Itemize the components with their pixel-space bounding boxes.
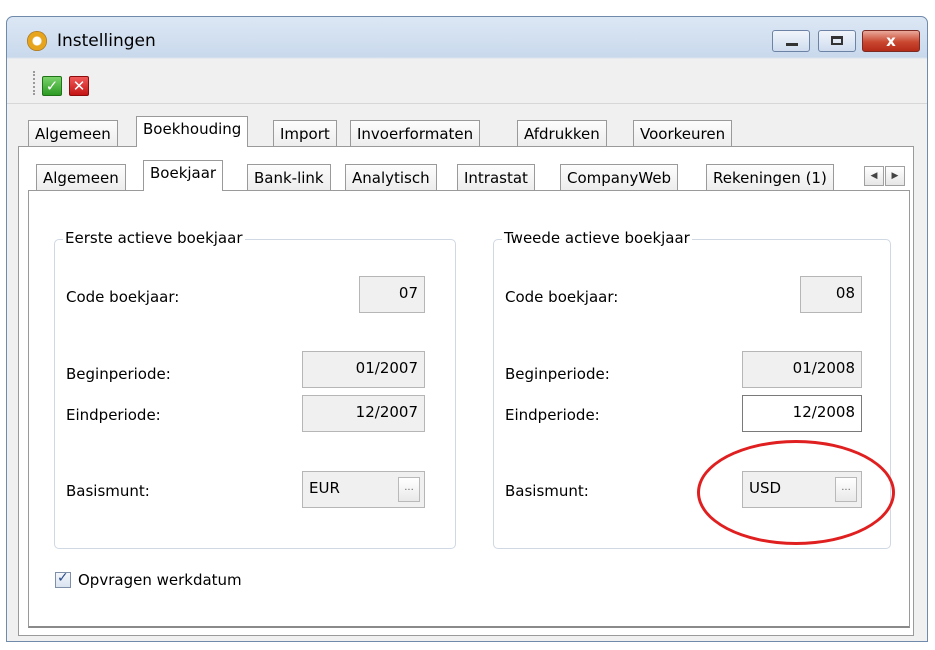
- code-label: Code boekjaar:: [66, 288, 180, 306]
- subtab-companyweb[interactable]: CompanyWeb: [560, 164, 679, 191]
- code-field: 07: [359, 276, 425, 313]
- subtab-bank-link[interactable]: Bank-link: [247, 164, 331, 191]
- toolbar: ✓ ✕: [7, 63, 927, 104]
- begin-label: Beginperiode:: [66, 365, 171, 383]
- arrow-right-icon: ▶: [891, 171, 899, 181]
- code-label: Code boekjaar:: [505, 288, 619, 306]
- close-button[interactable]: x: [862, 30, 920, 52]
- window-title: Instellingen: [57, 31, 156, 51]
- checkmark-icon: ✓: [45, 77, 59, 95]
- code-field: 08: [800, 276, 862, 313]
- work-date-label[interactable]: Opvragen werkdatum: [78, 571, 242, 589]
- currency-field: EUR ...: [302, 471, 425, 508]
- confirm-button[interactable]: ✓: [42, 76, 62, 96]
- subtab-boekjaar[interactable]: Boekjaar: [143, 160, 224, 191]
- cancel-button[interactable]: ✕: [69, 76, 89, 96]
- highlight-circle: [697, 440, 895, 545]
- currency-label: Basismunt:: [66, 482, 150, 500]
- begin-label: Beginperiode:: [505, 365, 610, 383]
- subtab-rekeningen[interactable]: Rekeningen (1): [706, 164, 834, 191]
- arrow-left-icon: ◀: [870, 171, 878, 181]
- scroll-right-button[interactable]: ▶: [885, 166, 905, 186]
- lookup-button[interactable]: ...: [398, 477, 420, 502]
- subtab-analytisch[interactable]: Analytisch: [345, 164, 437, 191]
- minimize-button[interactable]: [772, 30, 810, 52]
- close-icon: x: [886, 32, 896, 50]
- end-field: 12/2007: [302, 395, 425, 432]
- toolbar-grip[interactable]: [33, 71, 37, 95]
- checkmark-icon: ✓: [57, 570, 69, 586]
- end-label: Eindperiode:: [66, 406, 161, 424]
- currency-value: EUR: [309, 479, 340, 497]
- begin-field: 01/2007: [302, 351, 425, 388]
- end-input[interactable]: 12/2008: [742, 395, 862, 432]
- ellipsis-icon: ...: [404, 482, 414, 493]
- tab-voorkeuren[interactable]: Voorkeuren: [633, 120, 733, 147]
- tab-import[interactable]: Import: [273, 120, 337, 147]
- tab-scroll: ◀ ▶: [864, 166, 908, 186]
- work-date-checkbox[interactable]: ✓: [55, 570, 71, 588]
- tab-boekhouding[interactable]: Boekhouding: [136, 116, 249, 147]
- app-icon: [27, 31, 47, 51]
- subtab-intrastat[interactable]: Intrastat: [457, 164, 535, 191]
- currency-label: Basismunt:: [505, 482, 589, 500]
- scroll-left-button[interactable]: ◀: [864, 166, 884, 186]
- close-icon: ✕: [72, 77, 86, 95]
- group-legend: Eerste actieve boekjaar: [63, 229, 245, 247]
- end-label: Eindperiode:: [505, 406, 600, 424]
- title-bar[interactable]: Instellingen x: [7, 17, 927, 63]
- tab-algemeen[interactable]: Algemeen: [28, 120, 118, 147]
- tab-afdrukken[interactable]: Afdrukken: [517, 120, 607, 147]
- tab-invoerformaten[interactable]: Invoerformaten: [350, 120, 481, 147]
- subtab-algemeen[interactable]: Algemeen: [36, 164, 126, 191]
- maximize-button[interactable]: [818, 30, 856, 52]
- group-legend: Tweede actieve boekjaar: [502, 229, 692, 247]
- begin-field: 01/2008: [742, 351, 862, 388]
